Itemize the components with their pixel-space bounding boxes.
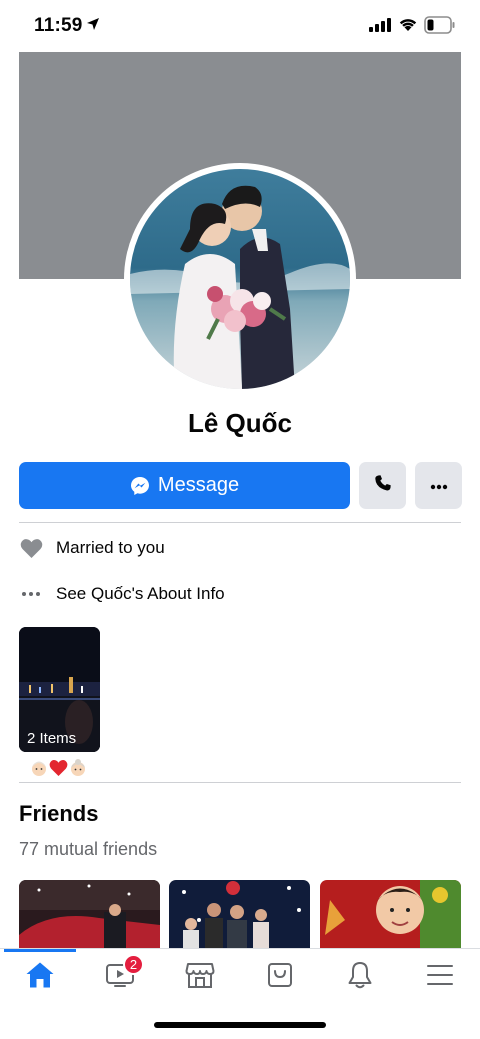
home-icon xyxy=(25,961,55,994)
woman-emoji-icon xyxy=(69,759,87,777)
friends-title: Friends xyxy=(19,801,99,826)
bell-icon xyxy=(346,960,374,995)
tab-home[interactable] xyxy=(20,959,60,995)
profile-picture[interactable] xyxy=(124,163,356,395)
more-dots-icon xyxy=(19,591,43,597)
friend-photo xyxy=(320,880,461,950)
message-button[interactable]: Message xyxy=(19,462,350,509)
mutual-friends-count[interactable]: 77 mutual friends xyxy=(19,839,157,860)
more-options-button[interactable] xyxy=(415,462,462,509)
man-emoji-icon xyxy=(30,759,48,777)
relationship-text: Married to you xyxy=(56,538,165,557)
friend-card[interactable] xyxy=(169,880,310,950)
message-button-label: Message xyxy=(157,474,240,496)
status-bar: 11:59 xyxy=(0,0,480,50)
location-arrow-icon xyxy=(86,17,100,36)
call-button[interactable] xyxy=(359,462,406,509)
battery-icon xyxy=(424,16,456,39)
highlight-reactions xyxy=(30,759,88,777)
shopping-bag-icon xyxy=(266,961,294,994)
story-highlight[interactable]: 2 Items xyxy=(19,627,100,752)
watch-notification-badge: 2 xyxy=(123,954,144,975)
profile-name: Lê Quốc xyxy=(187,408,292,438)
highlight-label: 2 Items xyxy=(27,730,77,747)
marketplace-icon xyxy=(185,961,215,994)
messenger-icon xyxy=(130,476,150,496)
relationship-row[interactable]: Married to you xyxy=(19,533,165,563)
tab-menu[interactable] xyxy=(420,959,460,995)
hamburger-menu-icon xyxy=(426,963,454,992)
tab-shop[interactable] xyxy=(260,959,300,995)
heart-icon xyxy=(19,538,43,559)
divider xyxy=(19,522,461,523)
friend-card[interactable] xyxy=(19,880,160,950)
tab-marketplace[interactable] xyxy=(180,959,220,995)
friend-photo xyxy=(19,880,160,950)
red-heart-icon xyxy=(49,759,68,777)
cellular-signal-icon xyxy=(369,18,391,37)
active-tab-indicator xyxy=(4,949,76,952)
status-time: 11:59 xyxy=(34,15,83,36)
home-indicator[interactable] xyxy=(154,1022,326,1028)
friend-photo xyxy=(169,880,310,950)
friend-card[interactable] xyxy=(320,880,461,950)
about-info-row[interactable]: See Quốc's About Info xyxy=(19,579,225,609)
divider xyxy=(19,782,461,783)
wifi-icon xyxy=(398,16,418,37)
tab-notifications[interactable] xyxy=(340,959,380,995)
about-info-link: See Quốc's About Info xyxy=(56,584,225,603)
more-dots-icon xyxy=(430,477,448,495)
phone-icon xyxy=(374,474,392,497)
